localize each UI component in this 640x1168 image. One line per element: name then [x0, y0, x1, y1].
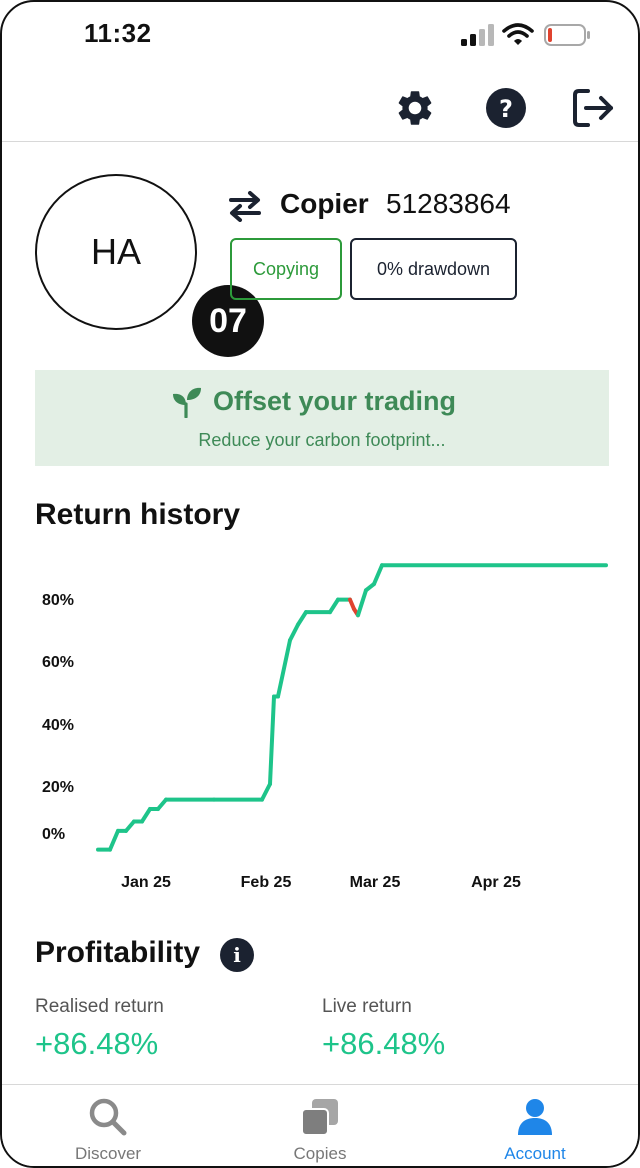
- nav-copies[interactable]: Copies: [270, 1085, 370, 1166]
- series-line-segment: [328, 597, 340, 615]
- series-line-segment: [260, 782, 272, 802]
- gear-icon[interactable]: [393, 86, 437, 130]
- role-label: Copier: [280, 188, 369, 219]
- return-history-chart: 80% 60% 40% 20% 0% Jan 25 Feb 25 Mar 25 Apr 25: [42, 563, 608, 891]
- banner-subtitle: Reduce your carbon footprint...: [198, 430, 446, 450]
- nav-account[interactable]: Account: [485, 1085, 585, 1166]
- avatar[interactable]: HA: [35, 174, 197, 330]
- battery-low-icon: [544, 24, 590, 46]
- nav-copies-label: Copies: [293, 1144, 347, 1163]
- y-tick-label: 0%: [42, 826, 65, 843]
- info-icon[interactable]: i: [220, 938, 254, 972]
- svg-text:?: ?: [499, 95, 513, 123]
- series-line-segment: [108, 828, 120, 852]
- help-icon[interactable]: ?: [484, 86, 528, 130]
- series-line-segment: [140, 807, 152, 824]
- status-time: 11:32: [84, 18, 152, 48]
- cellular-signal-icon: [461, 24, 494, 46]
- realised-return-value: +86.48%: [35, 1026, 159, 1061]
- logout-icon[interactable]: [572, 86, 616, 130]
- nav-discover-label: Discover: [74, 1144, 142, 1163]
- x-tick-label: Apr 25: [471, 874, 521, 891]
- x-tick-label: Mar 25: [350, 874, 401, 891]
- nav-account-label: Account: [504, 1144, 566, 1163]
- banner-title: Offset your trading: [213, 386, 457, 416]
- x-tick-label: Feb 25: [241, 874, 292, 891]
- top-toolbar: ?: [2, 72, 638, 142]
- profitability-title: Profitability: [35, 936, 201, 969]
- series-line-segment: [356, 588, 368, 618]
- wifi-icon: [502, 23, 534, 45]
- bottom-nav: Discover Copies Account: [2, 1084, 638, 1166]
- live-return-label: Live return: [322, 996, 412, 1017]
- series-line-segment: [372, 563, 384, 586]
- swap-arrows-icon: [229, 191, 261, 222]
- return-history-title: Return history: [35, 498, 241, 531]
- nav-discover[interactable]: Discover: [58, 1085, 158, 1166]
- status-bar: 11:32: [2, 2, 638, 66]
- account-id: 51283864: [386, 188, 511, 219]
- sprout-icon: [173, 387, 201, 418]
- realised-return-label: Realised return: [35, 996, 164, 1017]
- series-line-segment: [288, 622, 300, 643]
- y-tick-label: 40%: [42, 717, 74, 734]
- series-line-segment: [296, 610, 308, 627]
- y-tick-label: 60%: [42, 654, 74, 671]
- person-icon: [515, 1097, 555, 1137]
- y-tick-label: 20%: [42, 779, 74, 796]
- phone-frame: 11:32 ? HA 07 Copier 51283864 Copying 0%…: [0, 0, 640, 1168]
- status-badge[interactable]: Copying: [230, 238, 342, 300]
- y-tick-label: 80%: [42, 592, 74, 609]
- drawdown-badge[interactable]: 0% drawdown: [350, 238, 517, 300]
- avatar-initials: HA: [90, 231, 141, 272]
- search-icon: [88, 1097, 128, 1137]
- x-tick-label: Jan 25: [121, 874, 171, 891]
- copies-icon: [300, 1097, 340, 1137]
- series-line-segment: [268, 694, 276, 786]
- offset-banner[interactable]: Offset your trading Reduce your carbon f…: [35, 370, 609, 466]
- live-return-value: +86.48%: [322, 1026, 446, 1061]
- series-line-segment: [276, 638, 292, 699]
